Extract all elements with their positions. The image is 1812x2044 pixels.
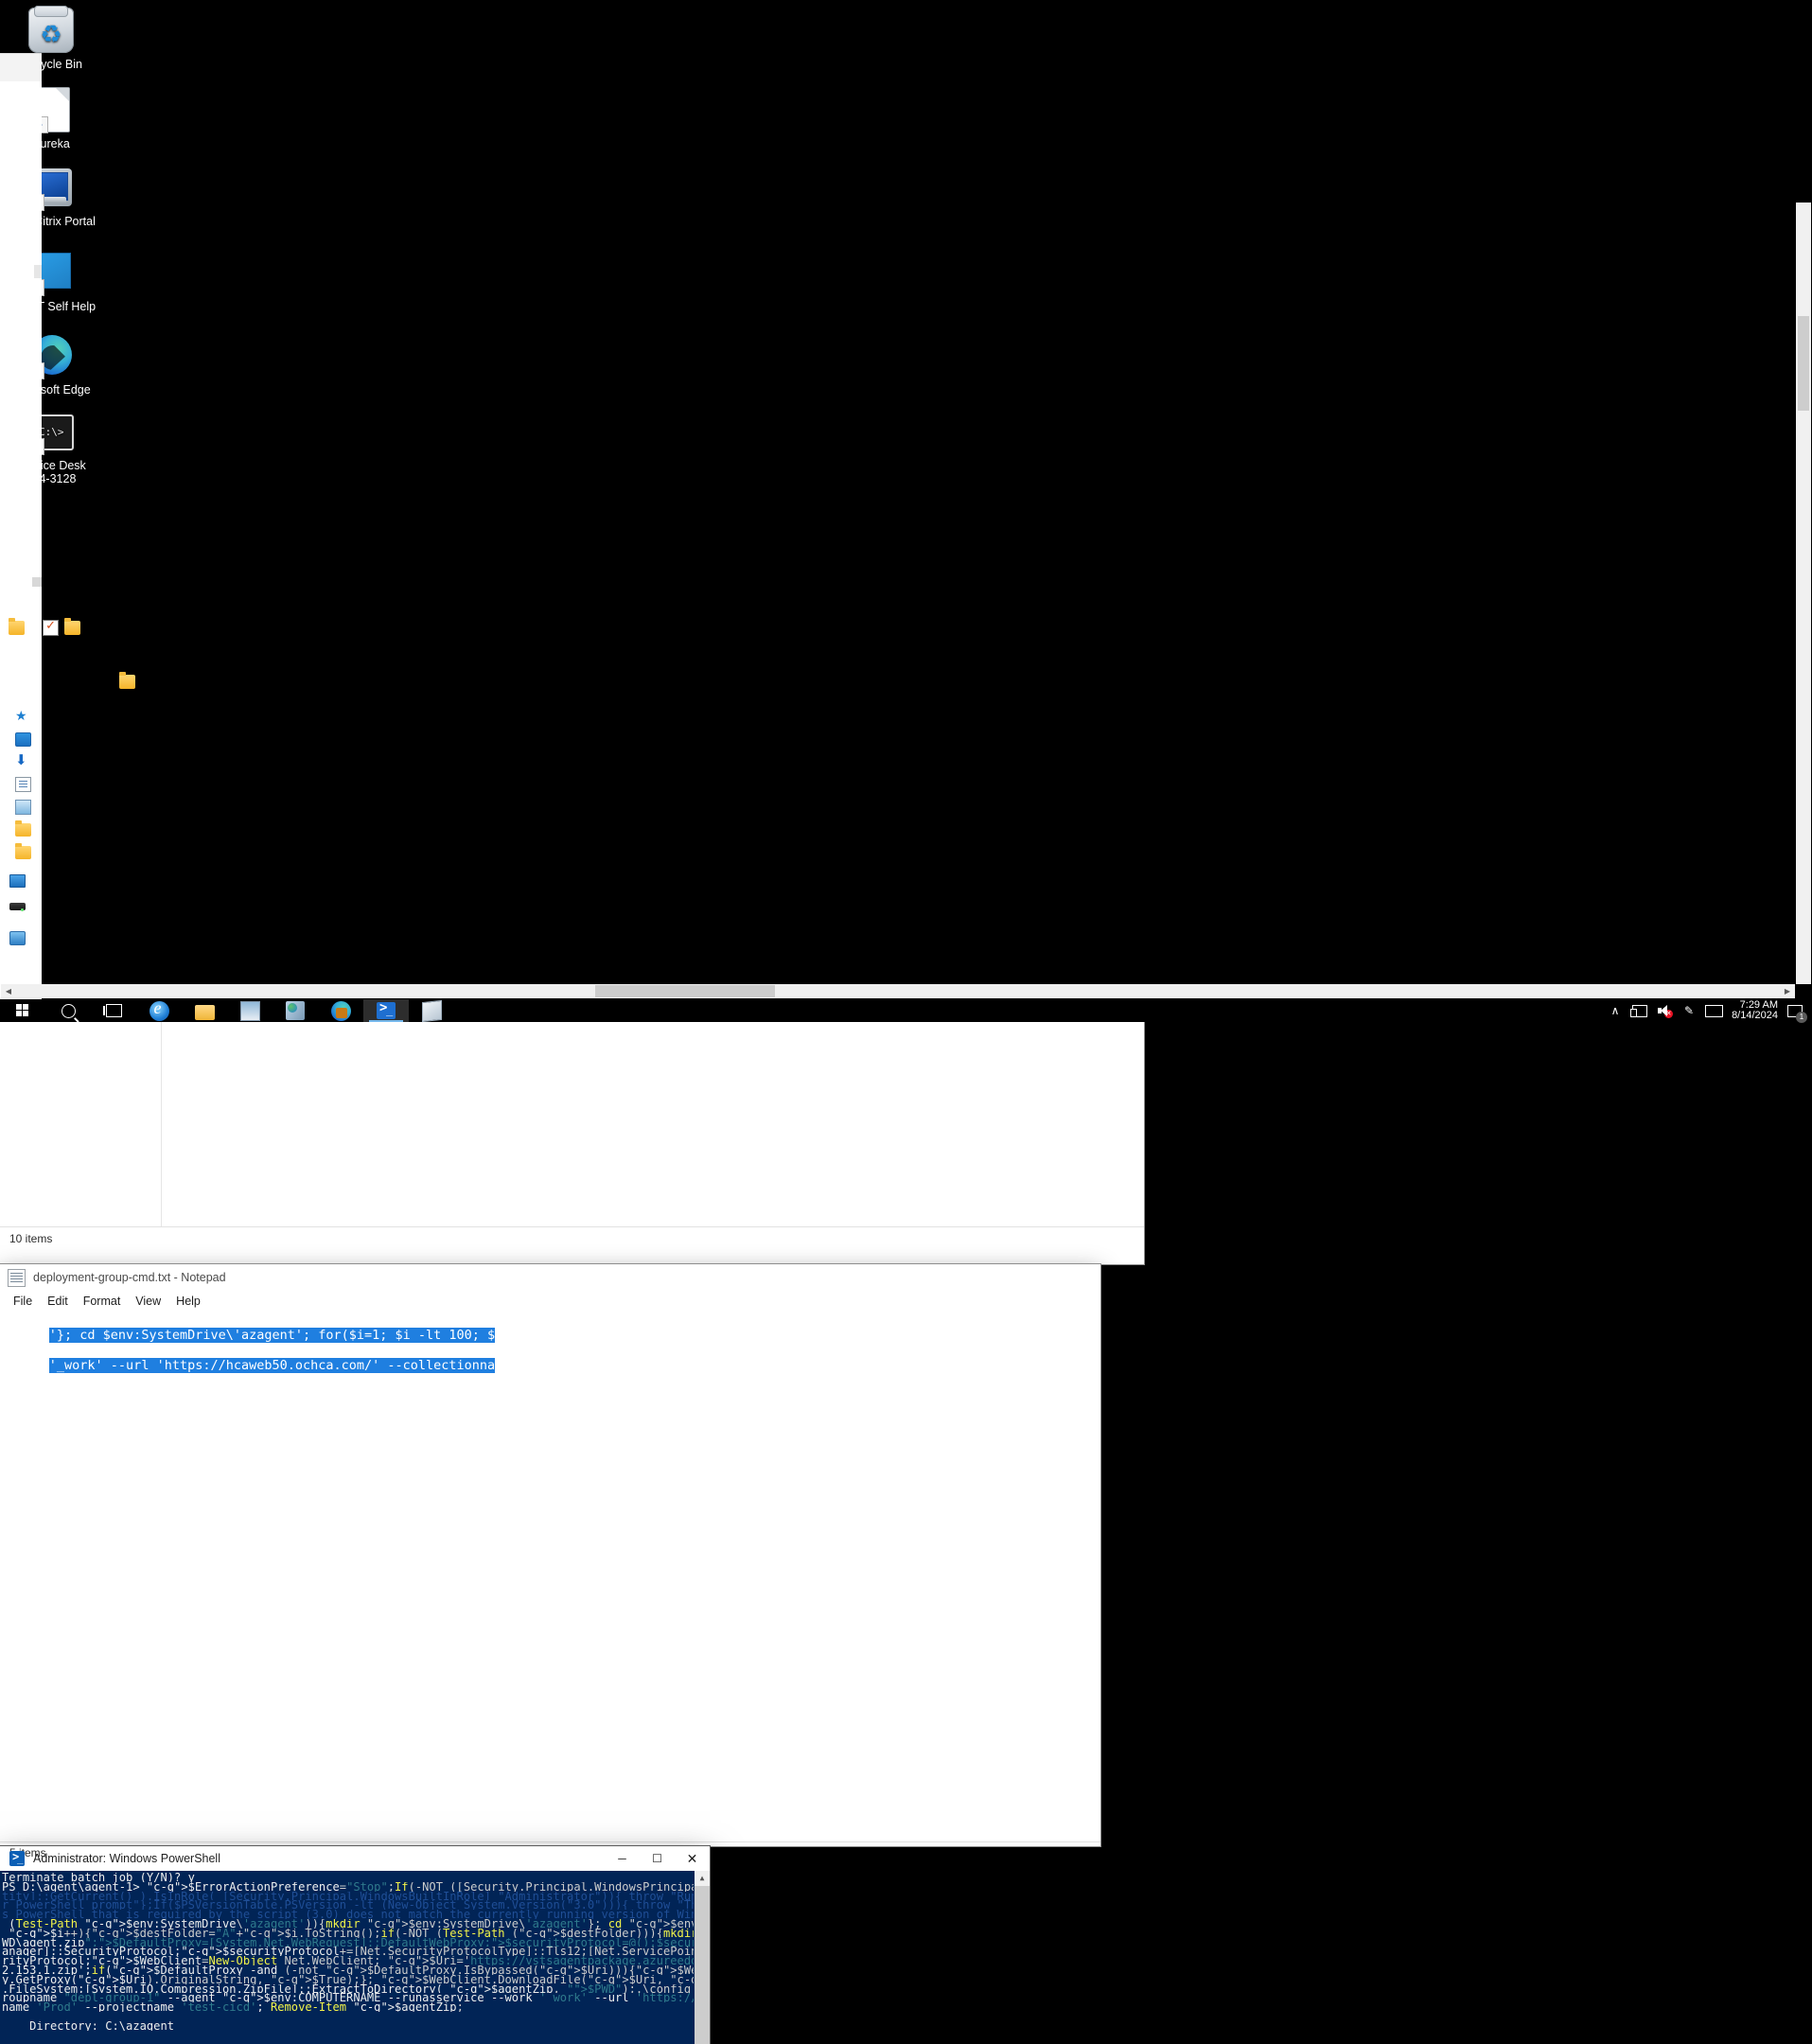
downloads-icon: ⬇ — [15, 752, 27, 768]
notepad-text-area[interactable]: '}; cd $env:SystemDrive\'azagent'; for($… — [0, 1312, 1100, 1841]
minimize-button[interactable]: ─ — [605, 1846, 640, 1871]
server-manager-icon — [286, 1001, 305, 1020]
recycle-bin-icon — [28, 6, 74, 53]
explorer-window-icon — [9, 617, 25, 635]
notepad-line-1: '}; cd $env:SystemDrive\'azagent'; for($… — [48, 1328, 496, 1343]
powershell-icon — [377, 1000, 396, 1019]
menu-file[interactable]: File — [6, 1295, 40, 1308]
folder-icon — [194, 1004, 215, 1020]
documents-icon — [15, 777, 31, 792]
task-view-button[interactable] — [91, 999, 136, 1022]
taskbar[interactable]: ∧ ✕ ✎ 7:29 AM 8/14/2024 1 — [0, 998, 1812, 1023]
scroll-thumb[interactable] — [595, 985, 775, 997]
folder-icon — [15, 843, 31, 859]
notepad-window[interactable]: deployment-group-cmd.txt - Notepad File … — [0, 1264, 1100, 1859]
console-output: Terminate batch job (Y/N)? y PS D:\agent\… — [2, 1873, 694, 2031]
scroll-thumb[interactable] — [695, 1886, 710, 2044]
notification-badge: 1 — [1796, 1012, 1807, 1023]
properties-icon[interactable] — [43, 618, 60, 636]
windows-logo-icon — [16, 1004, 29, 1017]
internet-explorer-icon — [149, 998, 169, 1021]
pictures-icon — [15, 800, 31, 815]
folder-icon — [119, 671, 135, 689]
background-window-right[interactable]: ✕ — [0, 0, 42, 1022]
search-icon — [61, 1003, 76, 1018]
search-button[interactable] — [45, 999, 91, 1022]
notepad-title: deployment-group-cmd.txt - Notepad — [33, 1271, 226, 1284]
notepad-titlebar[interactable]: deployment-group-cmd.txt - Notepad — [0, 1264, 1100, 1291]
powershell-icon — [9, 1850, 25, 1866]
desktop-icon — [15, 732, 31, 747]
touch-keyboard-icon[interactable] — [1701, 999, 1726, 1022]
notepad-line-2: '_work' --url 'https://hcaweb50.ochca.co… — [48, 1358, 496, 1373]
menu-format[interactable]: Format — [76, 1295, 129, 1308]
edge-button[interactable] — [318, 999, 363, 1022]
star-pin-icon: ★ — [15, 708, 27, 723]
scroll-thumb[interactable] — [1798, 316, 1809, 411]
explorer-status-bar: 10 items — [0, 1226, 1144, 1250]
notepad-menubar[interactable]: File Edit Format View Help — [0, 1291, 1100, 1312]
pen-icon[interactable]: ✎ — [1677, 999, 1701, 1022]
task-view-icon — [102, 1004, 122, 1017]
item-count: 10 items — [9, 1232, 53, 1245]
scroll-right-icon[interactable]: ▶ — [1780, 984, 1795, 998]
notepad-button[interactable] — [409, 999, 454, 1022]
show-hidden-icons-button[interactable]: ∧ — [1603, 999, 1627, 1022]
desktop[interactable]: Recycle Bin Eureka HCA Citrix Portal HCA… — [0, 0, 1812, 999]
notepad-icon — [421, 999, 442, 1022]
window-controls[interactable]: ─ ☐ ✕ — [605, 1846, 710, 1871]
start-button[interactable] — [0, 999, 45, 1022]
server-manager-button[interactable] — [273, 999, 318, 1022]
menu-view[interactable]: View — [128, 1295, 168, 1308]
explorer-vertical-scrollbar[interactable] — [1796, 203, 1811, 984]
system-tray[interactable]: ∧ ✕ ✎ 7:29 AM 8/14/2024 1 — [1603, 999, 1812, 1023]
clock[interactable]: 7:29 AM 8/14/2024 — [1726, 1000, 1784, 1021]
new-folder-icon[interactable] — [64, 617, 81, 635]
drive-icon — [9, 903, 26, 911]
console-scrollbar[interactable]: ▲ ▼ — [695, 1871, 710, 2044]
action-center-button[interactable]: 1 — [1784, 999, 1807, 1023]
explorer-horizontal-scrollbar[interactable]: ◀ ▶ — [1, 984, 1795, 998]
powershell-titlebar[interactable]: Administrator: Windows PowerShell ─ ☐ ✕ — [0, 1846, 710, 1871]
maximize-button[interactable]: ☐ — [640, 1846, 675, 1871]
notepad-icon — [8, 1268, 26, 1287]
powershell-title: Administrator: Windows PowerShell — [33, 1852, 220, 1865]
folder-icon — [15, 820, 31, 837]
menu-help[interactable]: Help — [168, 1295, 208, 1308]
internet-explorer-button[interactable] — [136, 998, 182, 1022]
powershell-button[interactable] — [363, 999, 409, 1022]
edge-icon — [330, 1000, 351, 1021]
scroll-left-icon[interactable]: ◀ — [1, 984, 16, 998]
file-explorer-button[interactable] — [182, 999, 227, 1022]
network-icon[interactable] — [1627, 999, 1652, 1022]
menu-edit[interactable]: Edit — [40, 1295, 76, 1308]
scroll-up-icon[interactable]: ▲ — [695, 1871, 710, 1886]
clock-date: 8/14/2024 — [1732, 1010, 1778, 1021]
store-button[interactable] — [227, 999, 273, 1022]
microsoft-store-icon — [239, 1000, 260, 1021]
close-button[interactable]: ✕ — [675, 1846, 710, 1871]
this-pc-icon — [9, 874, 26, 888]
powershell-console[interactable]: Terminate batch job (Y/N)? y PS D:\agent\… — [0, 1871, 710, 2044]
network-icon — [9, 931, 26, 945]
volume-muted-icon[interactable]: ✕ — [1652, 999, 1677, 1022]
powershell-window[interactable]: Administrator: Windows PowerShell ─ ☐ ✕ … — [0, 1846, 710, 2044]
